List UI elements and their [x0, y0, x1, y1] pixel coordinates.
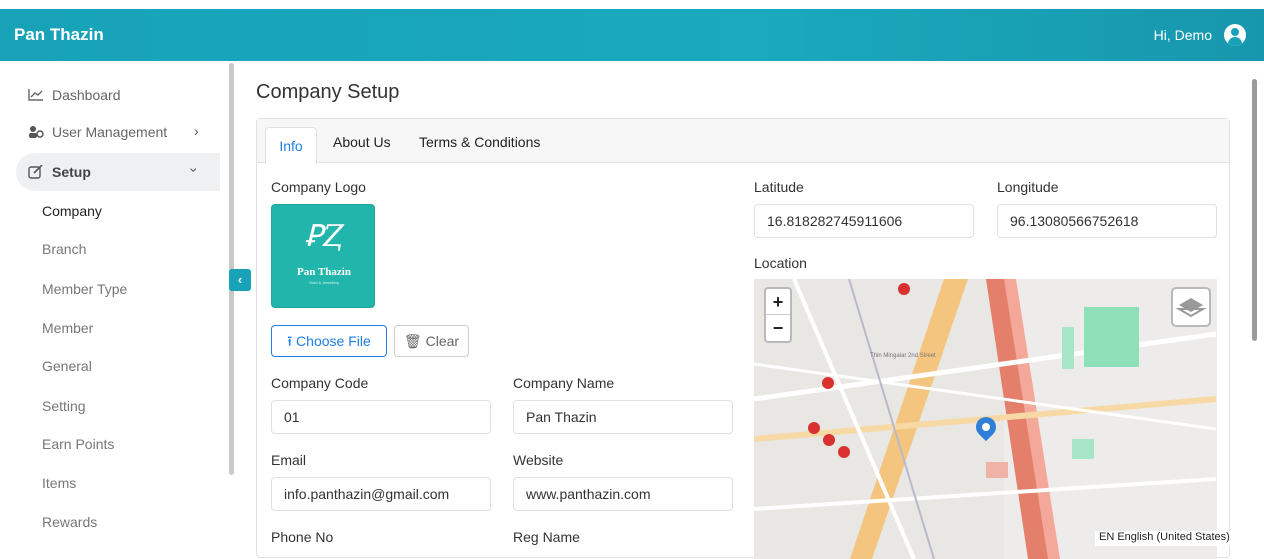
company-code-label: Company Code: [271, 375, 369, 391]
main-content: Company Setup Info About Us Terms & Cond…: [238, 61, 1248, 559]
clear-button[interactable]: 🗑 Clear: [394, 325, 469, 357]
trash-icon: 🗑: [403, 333, 422, 349]
website-label: Website: [513, 452, 564, 468]
longitude-input[interactable]: 96.13080566752618: [997, 204, 1217, 238]
logo-subtext: Gold & Jewellery: [308, 280, 339, 285]
language-indicator: EN English (United States): [1095, 531, 1247, 546]
company-code-input[interactable]: 01: [271, 400, 491, 434]
choose-file-label: Choose File: [296, 333, 371, 349]
reg-name-label: Reg Name: [513, 529, 580, 545]
sidebar-subitem-general[interactable]: General: [42, 358, 92, 374]
sidebar-subitem-company[interactable]: Company: [42, 203, 102, 219]
sidebar-subitem-earn-points[interactable]: Earn Points: [42, 436, 114, 452]
sidebar: Dashboard User Management › Setup › Comp…: [0, 61, 228, 546]
sidebar-subitem-items[interactable]: Items: [42, 475, 76, 491]
company-name-input[interactable]: Pan Thazin: [513, 400, 733, 434]
sidebar-subitem-branch[interactable]: Branch: [42, 241, 86, 257]
choose-file-button[interactable]: ⭱ Choose File: [271, 325, 387, 357]
longitude-label: Longitude: [997, 179, 1059, 195]
tab-about-us[interactable]: About Us: [333, 124, 391, 168]
sidebar-item-label: User Management: [52, 124, 168, 140]
sidebar-item-setup[interactable]: Setup: [28, 164, 91, 180]
zoom-out-button[interactable]: −: [766, 315, 790, 341]
latitude-label: Latitude: [754, 179, 804, 195]
logo-text: Pan Thazin: [297, 266, 351, 278]
clear-label: Clear: [425, 333, 460, 349]
sidebar-subitem-member[interactable]: Member: [42, 320, 93, 336]
location-label: Location: [754, 255, 807, 271]
company-logo-image: ꝐⱫ Pan Thazin Gold & Jewellery: [271, 204, 375, 308]
page-scrollbar[interactable]: [1252, 79, 1257, 341]
tab-bar: Info About Us Terms & Conditions: [257, 119, 1229, 164]
email-label: Email: [271, 452, 307, 468]
edit-icon: [28, 165, 43, 179]
user-avatar-icon[interactable]: [1224, 24, 1246, 46]
sidebar-subitem-setting[interactable]: Setting: [42, 398, 86, 414]
brand-title[interactable]: Pan Thazin: [14, 25, 104, 45]
map-layers-icon[interactable]: [1171, 287, 1211, 327]
latitude-input[interactable]: 16.818282745911606: [754, 204, 974, 238]
tab-info[interactable]: Info: [265, 127, 317, 164]
top-navbar: Pan Thazin Hi, Demo: [0, 9, 1264, 61]
website-input[interactable]: www.panthazin.com: [513, 477, 733, 511]
map-street-label: Thin Mingalar 2nd Street: [870, 353, 936, 359]
map-zoom-control: + −: [764, 287, 792, 343]
sidebar-item-dashboard[interactable]: Dashboard: [28, 87, 121, 103]
tab-terms-conditions[interactable]: Terms & Conditions: [419, 124, 540, 168]
phone-label: Phone No: [271, 529, 334, 545]
company-name-label: Company Name: [513, 375, 615, 391]
chevron-right-icon: ›: [194, 123, 199, 139]
sidebar-item-user-management[interactable]: User Management: [28, 124, 167, 140]
email-input[interactable]: info.panthazin@gmail.com: [271, 477, 491, 511]
users-icon: [29, 126, 44, 138]
company-logo-label: Company Logo: [271, 179, 366, 195]
page-title: Company Setup: [256, 81, 400, 103]
chart-line-icon: [28, 89, 43, 101]
location-map[interactable]: Thin Mingalar 2nd Street + −: [754, 279, 1217, 559]
sidebar-subitem-member-type[interactable]: Member Type: [42, 281, 127, 297]
logo-monogram-icon: ꝐⱫ: [304, 219, 344, 254]
sidebar-item-label: Setup: [52, 164, 91, 180]
user-greeting[interactable]: Hi, Demo: [1154, 27, 1212, 43]
chevron-down-icon: ›: [186, 167, 203, 173]
sidebar-item-label: Dashboard: [52, 87, 121, 103]
sidebar-subitem-rewards[interactable]: Rewards: [42, 514, 97, 530]
zoom-in-button[interactable]: +: [766, 289, 790, 315]
company-setup-card: Info About Us Terms & Conditions Company…: [256, 118, 1230, 559]
upload-icon: ⭱: [287, 333, 293, 349]
